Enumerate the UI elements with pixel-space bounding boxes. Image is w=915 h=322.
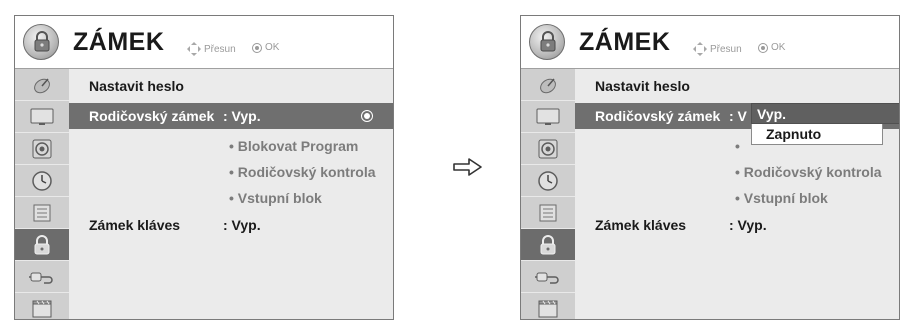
screen-icon (30, 108, 54, 125)
parental-lock-row[interactable]: Rodičovský zámek : Vyp. (69, 103, 393, 129)
key-lock-value: : Vyp. (223, 217, 261, 233)
lock-icon (540, 234, 556, 254)
sidebar-item-option[interactable] (521, 197, 575, 229)
input-icon (535, 272, 559, 284)
sidebar-item-satellite[interactable] (521, 69, 575, 101)
ok-hint: OK (252, 42, 279, 53)
set-password-row[interactable]: Nastavit heslo (69, 73, 393, 99)
block-program-item[interactable]: • (735, 138, 740, 154)
clock-icon (538, 170, 558, 191)
dropdown-option-off[interactable]: Vyp. (751, 103, 899, 124)
parental-lock-label: Rodičovský zámek (89, 108, 215, 124)
ok-hint-label: OK (771, 42, 786, 53)
parental-lock-dropdown[interactable]: Vyp. Zapnuto (751, 103, 899, 145)
sidebar-item-media[interactable] (521, 293, 575, 319)
move-hint: Přesun (693, 42, 742, 56)
ok-hint-label: OK (265, 42, 280, 53)
ok-button-icon (758, 42, 768, 53)
page-title: ZÁMEK (73, 28, 165, 56)
lock-badge-icon (23, 24, 59, 60)
sidebar-item-time[interactable] (521, 165, 575, 197)
screen-icon (536, 108, 560, 125)
parental-control-item[interactable]: • Rodičovský kontrola (735, 164, 882, 180)
lock-menu-panel-after: ZÁMEK Přesun OK Nastavit heslo Rodičovsk… (520, 15, 900, 320)
parental-control-item[interactable]: • Rodičovský kontrola (229, 164, 376, 180)
move-hint-label: Přesun (204, 43, 236, 55)
selected-radio-icon (361, 110, 373, 122)
parental-lock-value: : V (729, 108, 747, 124)
ok-hint: OK (758, 42, 785, 53)
key-lock-value: : Vyp. (729, 217, 767, 233)
page-title: ZÁMEK (579, 28, 671, 56)
sidebar-item-media[interactable] (15, 293, 69, 319)
lock-menu-panel-before: ZÁMEK Přesun OK Nastavit heslo Rodičovsk… (14, 15, 394, 320)
dpad-icon (693, 42, 707, 56)
key-lock-label: Zámek kláves (595, 217, 687, 233)
menu-header: ZÁMEK Přesun OK (15, 16, 393, 68)
category-sidebar (15, 68, 69, 319)
parental-lock-label: Rodičovský zámek (595, 108, 721, 124)
clock-icon (32, 170, 52, 191)
speaker-icon (32, 139, 52, 158)
satellite-icon (34, 78, 50, 93)
lock-icon (34, 234, 50, 254)
move-hint: Přesun (187, 42, 236, 56)
sidebar-item-audio[interactable] (15, 133, 69, 165)
dropdown-option-off-label: Vyp. (757, 106, 787, 122)
dropdown-option-on[interactable]: Zapnuto (751, 124, 883, 145)
menu-header: ZÁMEK Přesun OK (521, 16, 899, 68)
lock-badge-icon (529, 24, 565, 60)
sidebar-item-picture[interactable] (521, 101, 575, 133)
sidebar-item-time[interactable] (15, 165, 69, 197)
set-password-label: Nastavit heslo (595, 78, 690, 94)
sidebar-item-picture[interactable] (15, 101, 69, 133)
input-icon (29, 272, 53, 284)
sidebar-item-lock[interactable] (521, 229, 575, 261)
input-block-item[interactable]: • Vstupní blok (229, 190, 322, 206)
sidebar-item-input[interactable] (15, 261, 69, 293)
satellite-icon (540, 78, 556, 93)
ok-button-icon (252, 42, 262, 53)
sidebar-item-input[interactable] (521, 261, 575, 293)
menu-content: Nastavit heslo Rodičovský zámek : V • • … (575, 68, 899, 319)
sidebar-item-audio[interactable] (521, 133, 575, 165)
dropdown-option-on-label: Zapnuto (766, 126, 822, 142)
dpad-icon (187, 42, 201, 56)
key-lock-row[interactable]: Zámek kláves : Vyp. (575, 212, 899, 238)
move-hint-label: Přesun (710, 43, 742, 55)
set-password-row[interactable]: Nastavit heslo (575, 73, 899, 99)
key-lock-label: Zámek kláves (89, 217, 181, 233)
media-icon (32, 300, 52, 317)
input-block-item[interactable]: • Vstupní blok (735, 190, 828, 206)
sidebar-item-satellite[interactable] (15, 69, 69, 101)
key-lock-row[interactable]: Zámek kláves : Vyp. (69, 212, 393, 238)
parental-lock-value: : Vyp. (223, 108, 261, 124)
sidebar-item-option[interactable] (15, 197, 69, 229)
transition-arrow-icon (453, 157, 483, 182)
block-program-item[interactable]: • Blokovat Program (229, 138, 358, 154)
speaker-icon (538, 139, 558, 158)
option-icon (539, 204, 557, 221)
sidebar-item-lock[interactable] (15, 229, 69, 261)
media-icon (538, 300, 558, 317)
menu-content: Nastavit heslo Rodičovský zámek : Vyp. •… (69, 68, 393, 319)
option-icon (33, 204, 51, 221)
set-password-label: Nastavit heslo (89, 78, 184, 94)
category-sidebar (521, 68, 575, 319)
